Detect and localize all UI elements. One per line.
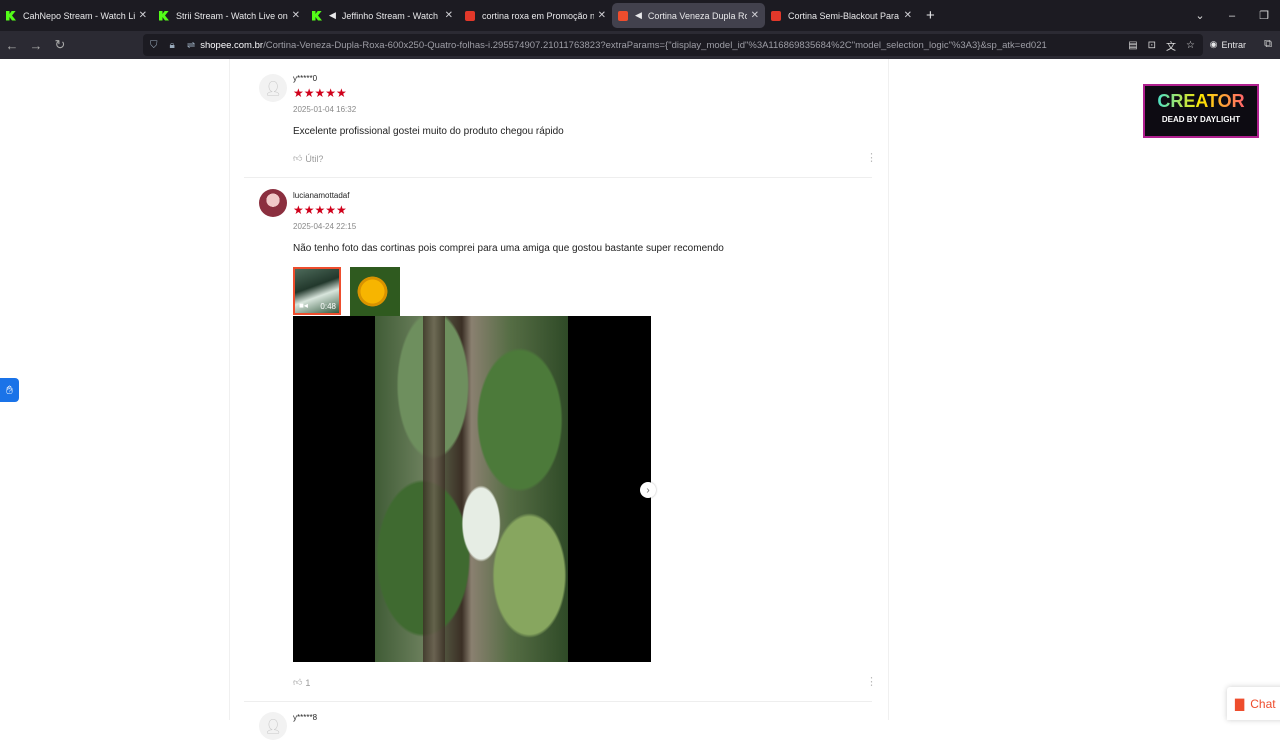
forward-icon[interactable]: → — [24, 38, 48, 53]
screenshot-icon[interactable]: ⊡ — [1148, 40, 1156, 51]
window-controls: ⌄ – ❐ — [1184, 0, 1280, 31]
thumbs-up-icon: 👍︎ — [293, 677, 303, 687]
shopee-icon — [465, 10, 475, 21]
tab-title: Strii Stream - Watch Live on Kick — [176, 10, 288, 21]
new-tab-icon[interactable]: + — [926, 7, 935, 24]
review-text: Excelente profissional gostei muito do p… — [293, 126, 564, 137]
divider — [244, 177, 872, 178]
tab-title: Cortina Veneza Dupla Roxa — [647, 10, 747, 21]
more-options-icon[interactable]: ⋮ — [866, 675, 877, 688]
kick-icon — [312, 10, 322, 21]
url-path: /Cortina-Veneza-Dupla-Roxa-600x250-Quatr… — [263, 39, 1047, 51]
video-thumbnail[interactable]: ■◂ 0:48 — [293, 267, 341, 315]
review-text: Não tenho foto das cortinas pois comprei… — [293, 243, 724, 254]
extensions-icon[interactable]: ⧉ — [1264, 38, 1272, 51]
star-rating: ★★★★★ — [293, 203, 347, 217]
close-tab-icon[interactable]: ✕ — [445, 10, 453, 21]
close-tab-icon[interactable]: ✕ — [598, 10, 606, 21]
review-username: y*****0 — [293, 74, 318, 83]
avatar — [259, 189, 287, 217]
reload-icon[interactable]: ↻ — [48, 37, 72, 53]
video-duration: 0:48 — [320, 302, 336, 311]
close-tab-icon[interactable]: ✕ — [904, 10, 912, 21]
chat-label: Chat — [1250, 696, 1276, 711]
review-date: 2025-04-24 22:15 — [293, 222, 357, 231]
browser-tab[interactable]: Strii Stream - Watch Live on Kick ✕ — [153, 0, 306, 31]
minimize-icon[interactable]: – — [1216, 10, 1248, 22]
chat-icon: ▇ — [1235, 696, 1245, 711]
speaker-icon[interactable]: ◀ — [329, 10, 336, 21]
bookmark-star-icon[interactable]: ☆ — [1186, 40, 1195, 51]
browser-tab[interactable]: cortina roxa em Promoção na Shopee ✕ — [459, 0, 612, 31]
accessibility-icon[interactable]: ✋︎ — [0, 378, 19, 402]
kick-icon — [159, 10, 169, 21]
navigation-bar: ← → ↻ ⛉ 🔒︎ ⇌ shopee.com.br/Cortina-Venez… — [0, 31, 1280, 59]
next-media-button[interactable]: › — [640, 482, 656, 498]
tab-title: CahNepo Stream - Watch Live on — [23, 10, 135, 21]
more-options-icon[interactable]: ⋮ — [866, 151, 877, 164]
reader-view-icon[interactable]: ▤ — [1128, 40, 1137, 51]
close-tab-icon[interactable]: ✕ — [139, 10, 147, 21]
video-frame — [375, 316, 568, 662]
video-content — [423, 316, 445, 662]
review-username: lucianamottadaf — [293, 191, 350, 200]
thumbs-up-icon: 👍︎ — [293, 153, 303, 163]
shopee-icon — [771, 10, 781, 21]
tab-title: Jeffinho Stream - Watch Live — [341, 10, 441, 21]
video-camera-icon: ■◂ — [299, 301, 308, 310]
lock-icon[interactable]: 🔒︎ — [170, 40, 175, 51]
account-icon: ◉ — [1209, 39, 1218, 49]
tab-title: Cortina Semi-Blackout Para Sala — [788, 10, 900, 21]
tab-title: cortina roxa em Promoção na Shopee — [482, 10, 594, 21]
review-username: y*****8 — [293, 713, 318, 722]
kick-icon — [6, 10, 16, 21]
creator-title: CREATOR — [1145, 91, 1257, 112]
video-player[interactable] — [293, 316, 651, 662]
browser-tab[interactable]: CahNepo Stream - Watch Live on ✕ — [0, 0, 153, 31]
divider — [244, 701, 872, 702]
speaker-icon[interactable]: ◀ — [635, 10, 642, 21]
helpful-label: Útil? — [305, 153, 324, 164]
creator-subtitle: DEAD BY DAYLIGHT — [1161, 115, 1241, 124]
helpful-button[interactable]: 👍︎ Útil? — [293, 153, 323, 164]
maximize-icon[interactable]: ❐ — [1248, 9, 1280, 22]
address-bar-tools: ▤ ⊡ 文 ☆ — [1122, 34, 1195, 56]
helpful-button[interactable]: 👍︎ 1 — [293, 677, 310, 688]
url-host: shopee.com.br — [200, 39, 264, 51]
address-bar[interactable]: ⛉ 🔒︎ ⇌ shopee.com.br/Cortina-Veneza-Dupl… — [143, 34, 1203, 56]
permissions-icon[interactable]: ⇌ — [187, 40, 195, 51]
tab-strip: CahNepo Stream - Watch Live on ✕ Strii S… — [0, 0, 1280, 31]
image-thumbnail[interactable] — [350, 267, 400, 316]
browser-tab[interactable]: Cortina Semi-Blackout Para Sala ✕ — [765, 0, 918, 31]
creator-badge: CREATOR DEAD BY DAYLIGHT — [1143, 84, 1259, 138]
tab-list-icon[interactable]: ⌄ — [1184, 9, 1216, 22]
shield-icon[interactable]: ⛉ — [150, 40, 158, 51]
close-tab-icon[interactable]: ✕ — [751, 10, 759, 21]
account-button[interactable]: ◉ Entrar — [1210, 39, 1246, 50]
browser-tab[interactable]: ◀ Jeffinho Stream - Watch Live ✕ — [306, 0, 459, 31]
close-tab-icon[interactable]: ✕ — [292, 10, 300, 21]
avatar: 👤︎ — [259, 712, 287, 740]
review-date: 2025-01-04 16:32 — [293, 105, 357, 114]
login-label: Entrar — [1221, 39, 1246, 50]
helpful-count: 1 — [305, 677, 311, 688]
avatar: 👤︎ — [259, 74, 287, 102]
back-icon[interactable]: ← — [0, 38, 24, 53]
shopee-icon — [618, 10, 628, 21]
translate-icon[interactable]: 文 — [1166, 38, 1176, 53]
star-rating: ★★★★★ — [293, 86, 347, 100]
browser-tab-active[interactable]: ◀ Cortina Veneza Dupla Roxa ✕ — [612, 3, 765, 28]
chat-button[interactable]: ▇ Chat — [1227, 687, 1280, 720]
